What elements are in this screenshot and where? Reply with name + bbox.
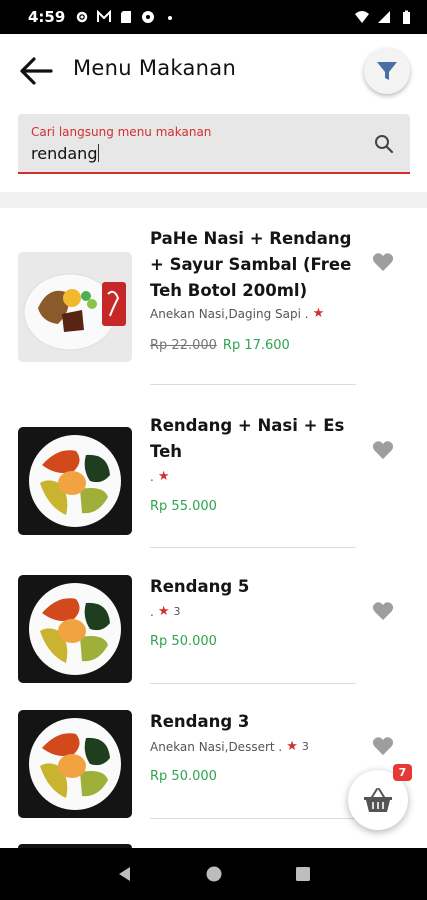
status-time: 4:59 — [28, 8, 66, 26]
back-arrow-icon — [20, 57, 53, 85]
star-icon: ★ — [286, 739, 298, 754]
mail-icon — [97, 10, 112, 22]
item-meta: Anekan Nasi,Dessert . ★ 3 — [150, 739, 309, 754]
search-field[interactable]: Cari langsung menu makanan rendang — [18, 114, 410, 174]
food-thumbnail — [18, 252, 132, 362]
heart-icon[interactable] — [372, 601, 394, 621]
search-icon[interactable] — [374, 134, 394, 154]
item-category: Anekan Nasi,Dessert . — [150, 739, 283, 754]
item-category: Anekan Nasi,Daging Sapi . — [150, 306, 309, 321]
item-name: Rendang 5 — [150, 577, 250, 596]
item-category: . — [150, 469, 154, 484]
back-triangle-icon[interactable] — [116, 865, 134, 883]
item-rating: 3 — [301, 740, 309, 753]
search-input[interactable]: rendang — [31, 144, 99, 163]
food-thumbnail — [18, 427, 132, 535]
app-bar: Menu Makanan — [0, 34, 427, 108]
basket-icon — [364, 788, 392, 812]
divider — [150, 818, 356, 819]
signal-icon — [378, 11, 390, 23]
home-circle-icon[interactable] — [205, 865, 223, 883]
price-row: Rp 50.000 — [150, 769, 217, 784]
status-bar: 4:59 — [0, 0, 427, 34]
divider — [150, 683, 356, 684]
sd-card-icon — [121, 11, 132, 23]
star-icon: ★ — [157, 469, 170, 484]
divider — [150, 547, 356, 548]
section-divider — [0, 192, 427, 208]
item-price: Rp 55.000 — [150, 499, 217, 514]
status-system-icons — [355, 10, 413, 24]
recents-square-icon[interactable] — [294, 865, 312, 883]
star-icon: ★ — [312, 306, 325, 321]
item-rating: 3 — [173, 605, 181, 618]
divider — [150, 384, 356, 385]
status-notification-icons — [75, 10, 177, 24]
item-price: Rp 17.600 — [222, 338, 290, 353]
price-row: Rp 22.000 Rp 17.600 — [150, 338, 290, 353]
item-meta: . ★ — [150, 469, 169, 484]
original-price: Rp 22.000 — [150, 338, 217, 353]
food-thumbnail — [18, 710, 132, 818]
football-icon — [142, 11, 155, 23]
food-thumbnail — [18, 575, 132, 683]
heart-icon[interactable] — [372, 252, 394, 272]
item-category: . — [150, 604, 154, 619]
item-meta: . ★ 3 — [150, 604, 180, 619]
page-title: Menu Makanan — [73, 56, 237, 80]
item-name: Rendang 3 — [150, 712, 250, 731]
wifi-icon — [355, 11, 369, 23]
price-row: Rp 50.000 — [150, 634, 217, 649]
filter-button[interactable] — [364, 48, 410, 94]
system-navigation-bar — [0, 848, 427, 900]
cart-count-badge: 7 — [393, 764, 412, 781]
item-name: Rendang + Nasi + Es Teh — [150, 416, 345, 461]
filter-icon — [377, 62, 397, 80]
dot-icon — [168, 16, 173, 20]
heart-icon[interactable] — [372, 736, 394, 756]
back-button[interactable] — [18, 53, 54, 89]
star-icon: ★ — [157, 604, 170, 619]
heart-icon[interactable] — [372, 440, 394, 460]
search-label: Cari langsung menu makanan — [31, 125, 212, 139]
battery-icon — [403, 10, 410, 24]
settings-icon — [77, 11, 88, 23]
item-name: PaHe Nasi + Rendang + Sayur Sambal (Free… — [150, 229, 352, 300]
item-price: Rp 50.000 — [150, 769, 217, 784]
price-row: Rp 55.000 — [150, 499, 217, 514]
item-meta: Anekan Nasi,Daging Sapi . ★ — [150, 306, 324, 321]
item-price: Rp 50.000 — [150, 634, 217, 649]
